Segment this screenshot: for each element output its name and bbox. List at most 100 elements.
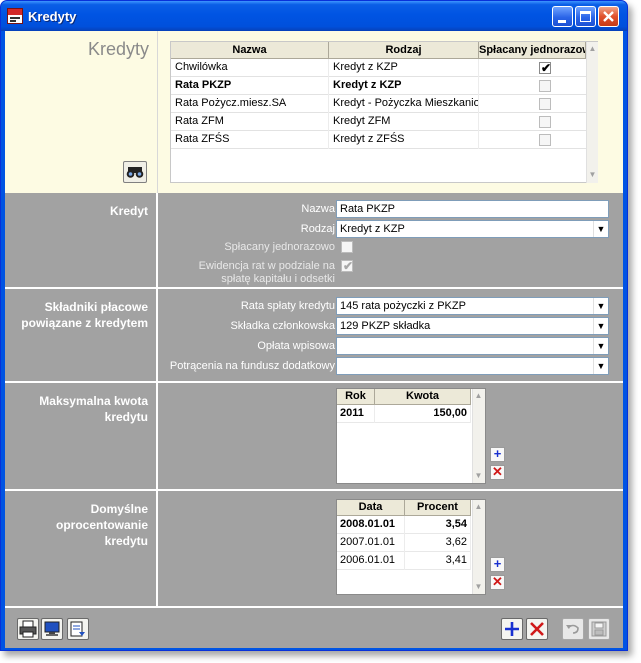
export-icon xyxy=(70,621,85,637)
list-row[interactable]: Rata ZFŚS Kredyt z ZFŚS xyxy=(171,131,598,149)
close-icon xyxy=(603,11,614,22)
section-label-kredyt: Kredyt xyxy=(5,193,158,287)
maks-grid[interactable]: Rok Kwota 2011 150,00 ▲ ▼ xyxy=(336,388,486,484)
scroll-down-icon[interactable]: ▼ xyxy=(587,169,598,181)
section-label-oprocentowanie: Domyślne oprocentowanie kredytu xyxy=(5,491,158,606)
print-button[interactable] xyxy=(17,618,39,640)
find-button[interactable] xyxy=(123,161,147,183)
app-window: Kredyty Kredyty Nazwa Rodzaj Spłacany je… xyxy=(0,0,628,651)
title-bar[interactable]: Kredyty xyxy=(1,1,627,31)
oprocentowanie-row[interactable]: 2007.01.01 3,62 xyxy=(337,534,471,552)
add-row-button[interactable]: + xyxy=(490,447,505,462)
plus-icon xyxy=(505,622,519,636)
delete-button[interactable] xyxy=(526,618,548,640)
add-button[interactable] xyxy=(501,618,523,640)
dropdown-arrow-icon[interactable]: ▼ xyxy=(593,358,608,374)
jednorazowo-checkbox-field[interactable] xyxy=(341,241,353,253)
rata-label: Rata spłaty kredytu xyxy=(240,300,335,312)
delete-row-button[interactable]: ✕ xyxy=(490,465,505,480)
x-icon xyxy=(530,622,544,636)
window-body: Kredyty Nazwa Rodzaj Spłacany jednorazow… xyxy=(5,31,623,648)
cell-rodzaj: Kredyt ZFM xyxy=(329,113,479,131)
maks-row[interactable]: 2011 150,00 xyxy=(337,405,471,423)
column-header-procent[interactable]: Procent xyxy=(405,500,471,516)
scroll-up-icon[interactable]: ▲ xyxy=(473,390,484,402)
close-button[interactable] xyxy=(598,6,619,27)
section-label-maks: Maksymalna kwota kredytu xyxy=(5,383,158,489)
page-title: Kredyty xyxy=(87,39,149,59)
jednorazowo-checkbox xyxy=(539,116,551,128)
list-row[interactable]: Rata Pożycz.miesz.SA Kredyt - Pożyczka M… xyxy=(171,95,598,113)
cell-nazwa: Rata PKZP xyxy=(171,77,329,95)
column-header-jednorazowo[interactable]: Spłacany jednorazowo xyxy=(479,42,586,59)
undo-icon xyxy=(566,624,579,634)
dropdown-arrow-icon[interactable]: ▼ xyxy=(593,338,608,354)
section-kredyt: Kredyt Nazwa Rata PKZP Rodzaj Kredyt z K… xyxy=(5,193,623,287)
jednorazowo-checkbox: ✔ xyxy=(539,61,552,75)
cell-nazwa: Rata ZFŚS xyxy=(171,131,329,149)
column-header-kwota[interactable]: Kwota xyxy=(375,389,471,405)
ewidencja-label-line2: spłatę kapitału i odsetki xyxy=(221,273,335,285)
scroll-up-icon[interactable]: ▲ xyxy=(473,501,484,513)
cell-procent: 3,62 xyxy=(405,534,471,552)
rodzaj-label: Rodzaj xyxy=(300,223,335,235)
x-icon: ✕ xyxy=(492,574,503,589)
skladka-value: 129 PKZP składka xyxy=(340,320,431,332)
nazwa-field[interactable]: Rata PKZP xyxy=(336,200,609,218)
list-panel: Nazwa Rodzaj Spłacany jednorazowo Chwiló… xyxy=(158,31,623,193)
oprocentowanie-grid[interactable]: Data Procent 2008.01.01 3,54 2007.01.01 … xyxy=(336,499,486,595)
cell-kwota: 150,00 xyxy=(375,405,471,423)
x-icon: ✕ xyxy=(492,464,503,479)
printer-icon xyxy=(19,620,37,638)
potracenia-select[interactable]: ▼ xyxy=(336,357,609,375)
potracenia-label: Potrącenia na fundusz dodatkowy xyxy=(169,360,335,372)
list-scrollbar[interactable]: ▲ ▼ xyxy=(586,42,598,183)
scroll-down-icon[interactable]: ▼ xyxy=(473,581,484,593)
oprocentowanie-row[interactable]: 2008.01.01 3,54 xyxy=(337,516,471,534)
rodzaj-select[interactable]: Kredyt z KZP ▼ xyxy=(336,220,609,238)
plus-icon: + xyxy=(493,556,502,571)
scroll-down-icon[interactable]: ▼ xyxy=(473,470,484,482)
ewidencja-checkbox[interactable]: ✔ xyxy=(341,260,353,272)
list-row[interactable]: Chwilówka Kredyt z KZP ✔ xyxy=(171,59,598,77)
save-button[interactable] xyxy=(588,618,610,640)
list-row[interactable]: Rata ZFM Kredyt ZFM xyxy=(171,113,598,131)
skladka-select[interactable]: 129 PKZP składka ▼ xyxy=(336,317,609,335)
oprocentowanie-row[interactable]: 2006.01.01 3,41 xyxy=(337,552,471,570)
jednorazowo-checkbox xyxy=(539,98,551,110)
column-header-data[interactable]: Data xyxy=(337,500,405,516)
column-header-nazwa[interactable]: Nazwa xyxy=(171,42,329,59)
list-row-selected[interactable]: Rata PKZP Kredyt z KZP xyxy=(171,77,598,95)
cell-rodzaj: Kredyt - Pożyczka Mieszkanio xyxy=(329,95,479,113)
oprocentowanie-scrollbar[interactable]: ▲ ▼ xyxy=(472,500,485,594)
export-button[interactable] xyxy=(67,618,89,640)
jednorazowo-label: Spłacany jednorazowo xyxy=(224,241,335,253)
cell-data: 2007.01.01 xyxy=(337,534,405,552)
cell-rodzaj: Kredyt z KZP xyxy=(329,77,479,95)
add-row-button[interactable]: + xyxy=(490,557,505,572)
cell-procent: 3,54 xyxy=(405,516,471,534)
maks-scrollbar[interactable]: ▲ ▼ xyxy=(472,389,485,483)
column-header-rodzaj[interactable]: Rodzaj xyxy=(329,42,479,59)
delete-row-button[interactable]: ✕ xyxy=(490,575,505,590)
undo-button[interactable] xyxy=(562,618,584,640)
dropdown-arrow-icon[interactable]: ▼ xyxy=(593,221,608,237)
preview-button[interactable] xyxy=(41,618,63,640)
oplata-select[interactable]: ▼ xyxy=(336,337,609,355)
column-header-rok[interactable]: Rok xyxy=(337,389,375,405)
minimize-button[interactable] xyxy=(552,6,573,27)
cell-nazwa: Rata ZFM xyxy=(171,113,329,131)
section-skladniki: Składniki płacowe powiązane z kredytem R… xyxy=(5,289,623,381)
dropdown-arrow-icon[interactable]: ▼ xyxy=(593,298,608,314)
maximize-button[interactable] xyxy=(575,6,596,27)
floppy-icon xyxy=(591,621,607,637)
dropdown-arrow-icon[interactable]: ▼ xyxy=(593,318,608,334)
list-header-panel: Kredyty xyxy=(5,31,158,193)
rata-select[interactable]: 145 rata pożyczki z PKZP ▼ xyxy=(336,297,609,315)
scroll-up-icon[interactable]: ▲ xyxy=(587,43,598,55)
plus-icon: + xyxy=(493,446,502,461)
kredyty-list[interactable]: Nazwa Rodzaj Spłacany jednorazowo Chwiló… xyxy=(170,41,598,183)
rodzaj-value: Kredyt z KZP xyxy=(340,223,405,235)
binoculars-icon xyxy=(126,167,144,178)
footer-toolbar xyxy=(5,606,623,648)
